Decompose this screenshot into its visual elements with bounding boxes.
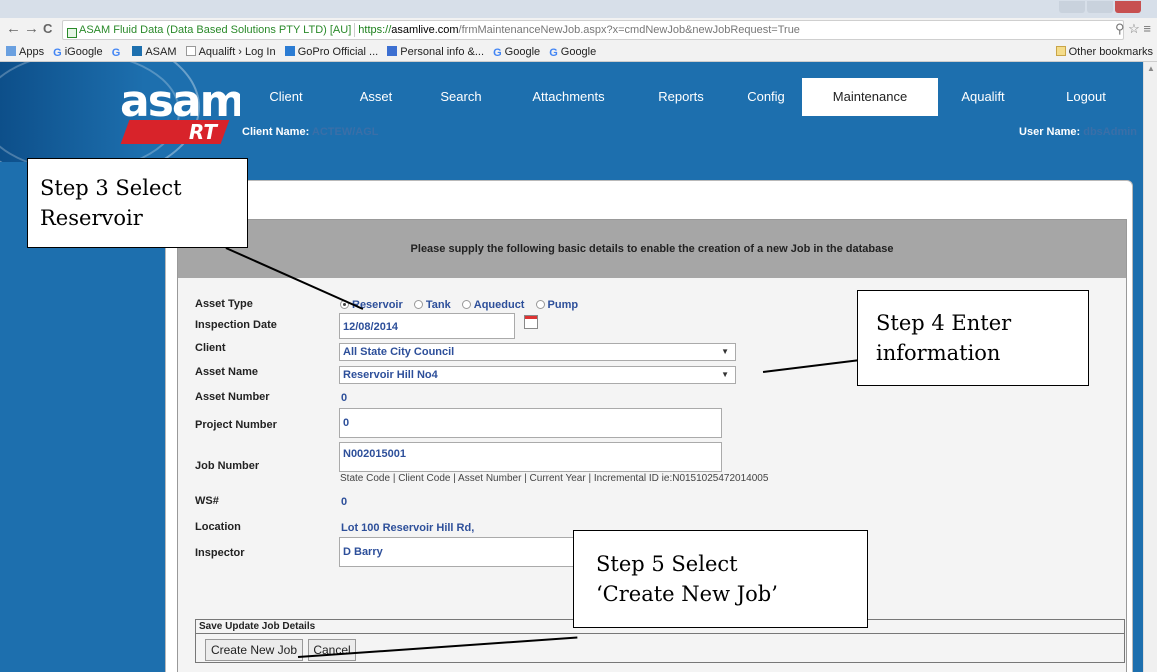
client-select[interactable]: All State City Council ▼ (339, 343, 736, 361)
job-number-input[interactable]: N002015001 (339, 442, 722, 472)
label-client: Client (195, 342, 226, 354)
nav-reports[interactable]: Reports (631, 78, 731, 116)
label-inspector: Inspector (195, 547, 245, 559)
bookmark-google-2[interactable]: G Google (549, 42, 596, 62)
nav-aqualift[interactable]: Aqualift (938, 78, 1028, 116)
nav-client[interactable]: Client (236, 78, 336, 116)
close-window-button[interactable] (1115, 1, 1141, 13)
asam-icon (132, 46, 143, 56)
url-path: /frmMaintenanceNewJob.aspx?x=cmdNewJob&n… (458, 24, 800, 36)
callout-step-4: Step 4 Enter information (857, 290, 1089, 386)
form-banner: Please supply the following basic detail… (178, 220, 1126, 278)
asset-number-value: 0 (341, 392, 348, 404)
bookmark-personal-info[interactable]: Personal info &... (387, 42, 484, 62)
bookmark-google-blank[interactable]: G (112, 42, 124, 62)
ev-cert-label: ASAM Fluid Data (Data Based Solutions PT… (63, 24, 351, 36)
bookmark-aqualift[interactable]: Aqualift › Log In (185, 42, 276, 62)
bookmark-apps[interactable]: Apps (6, 42, 44, 62)
folder-icon (1055, 46, 1066, 56)
calendar-icon[interactable] (524, 315, 538, 329)
radio-pump[interactable] (535, 300, 545, 309)
url-host: asamlive.com (391, 24, 459, 36)
address-bar[interactable]: ASAM Fluid Data (Data Based Solutions PT… (62, 20, 1124, 40)
bookmark-gopro[interactable]: GoPro Official ... (284, 42, 378, 62)
label-project-number: Project Number (195, 419, 277, 431)
bookmark-asam[interactable]: ASAM (132, 42, 177, 62)
user-name-display: User Name: dbsAdmin (1019, 126, 1137, 138)
facebook-icon (387, 46, 398, 56)
label-asset-name: Asset Name (195, 366, 258, 378)
radio-aqueduct[interactable] (461, 300, 471, 309)
forward-arrow-icon[interactable]: → (24, 20, 39, 37)
logo-rt-badge: RT (120, 120, 230, 144)
callout-step-3: Step 3 Select Reservoir (27, 158, 248, 248)
maximize-button[interactable] (1087, 1, 1113, 13)
zoom-icon[interactable]: ⚲ (1115, 21, 1125, 36)
nav-asset[interactable]: Asset (336, 78, 416, 116)
bookmark-google-1[interactable]: G Google (493, 42, 540, 62)
project-number-input[interactable]: 0 (339, 408, 722, 438)
nav-config[interactable]: Config (731, 78, 801, 116)
browser-tabstrip (0, 0, 1157, 18)
create-new-job-button[interactable]: Create New Job (205, 639, 303, 661)
bookmark-star-icon[interactable]: ☆ (1128, 21, 1140, 36)
cancel-button[interactable]: Cancel (308, 639, 356, 661)
label-asset-type: Asset Type (195, 298, 253, 310)
url-scheme: https:// (358, 24, 392, 36)
radio-tank[interactable] (413, 300, 423, 309)
label-asset-number: Asset Number (195, 391, 270, 403)
page-icon (185, 46, 196, 56)
page-scrollbar[interactable]: ▲ (1143, 62, 1157, 672)
asset-name-select[interactable]: Reservoir Hill No4 ▼ (339, 366, 736, 384)
inspection-date-input[interactable]: 12/08/2014 (339, 313, 515, 339)
bookmark-igoogle[interactable]: GiGoogle (53, 42, 102, 62)
asset-type-radio-group: Reservoir Tank Aqueduct Pump (340, 299, 580, 311)
bookmarks-bar: Apps GiGoogle G ASAM Aqualift › Log In G… (0, 42, 1157, 62)
callout-step-5: Step 5 Select ‘Create New Job’ (573, 530, 868, 628)
job-number-hint: State Code | Client Code | Asset Number … (340, 473, 769, 484)
toolbar-icons: ⚲ ☆ ≡ (1115, 21, 1151, 37)
apps-grid-icon (6, 46, 16, 56)
logo: asam RT (0, 62, 240, 162)
label-job-number: Job Number (195, 460, 260, 472)
other-bookmarks[interactable]: Other bookmarks (1055, 42, 1153, 62)
label-ws: WS# (195, 495, 219, 507)
nav-maintenance[interactable]: Maintenance (802, 78, 938, 116)
chevron-down-icon: ▼ (721, 370, 729, 379)
client-name-display: Client Name: ACTEW/AGL (242, 126, 379, 138)
scroll-up-icon[interactable]: ▲ (1147, 64, 1155, 73)
menu-icon[interactable]: ≡ (1143, 21, 1151, 36)
reload-icon[interactable]: C (43, 21, 52, 36)
window-controls (1057, 0, 1153, 14)
main-nav: Client Asset Search Attachments Reports … (236, 78, 1157, 116)
gopro-icon (284, 46, 295, 56)
ws-value: 0 (341, 496, 348, 508)
minimize-button[interactable] (1059, 1, 1085, 13)
label-location: Location (195, 521, 241, 533)
browser-toolbar: ← → C ASAM Fluid Data (Data Based Soluti… (0, 18, 1157, 42)
location-value: Lot 100 Reservoir Hill Rd, (341, 522, 475, 534)
back-arrow-icon[interactable]: ← (6, 20, 21, 37)
label-inspection-date: Inspection Date (195, 319, 277, 331)
nav-logout[interactable]: Logout (1036, 78, 1136, 116)
nav-attachments[interactable]: Attachments (506, 78, 631, 116)
chevron-down-icon: ▼ (721, 347, 729, 356)
nav-search[interactable]: Search (416, 78, 506, 116)
